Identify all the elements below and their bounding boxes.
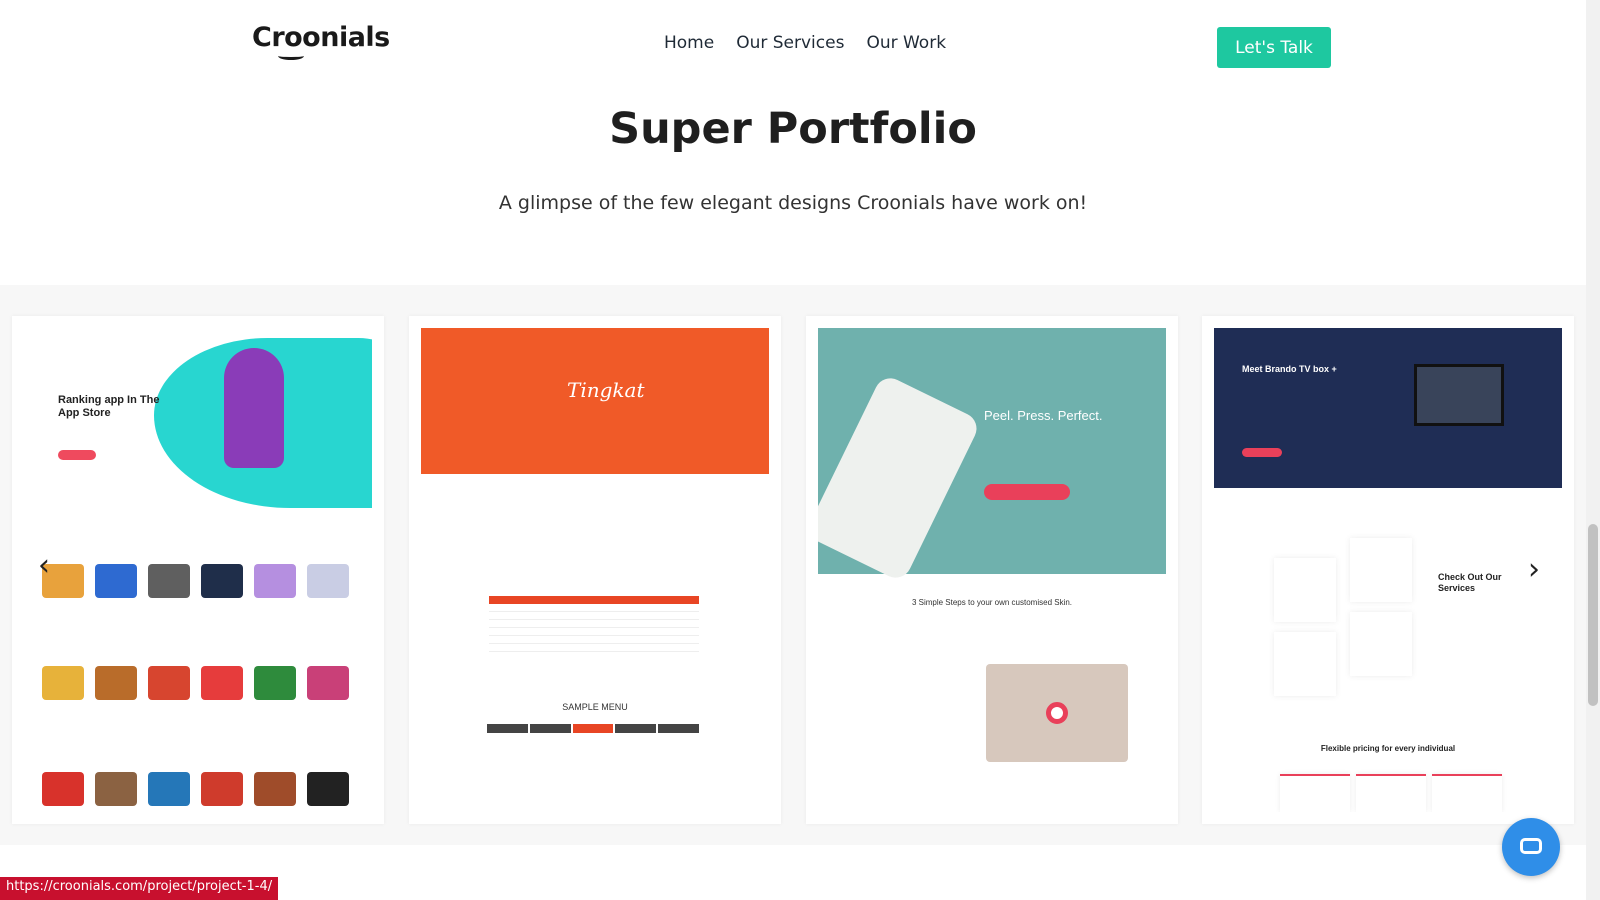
character-illustration (224, 348, 284, 468)
video-thumbnail (986, 664, 1128, 762)
link-status-url: https://croonials.com/project/project-1-… (0, 877, 279, 900)
service-card (1274, 558, 1336, 622)
plan-card (1356, 774, 1426, 812)
mini-button (1242, 448, 1282, 457)
portfolio-screenshot-brando-tv: Meet Brando TV box + Check Out Our Servi… (1214, 328, 1562, 812)
logo[interactable]: Croonials (252, 22, 390, 60)
pricing-heading: Flexible pricing for every individual (1320, 744, 1456, 753)
logo-swoosh (278, 52, 304, 60)
hero-graphic: Ranking app In The App Store (24, 328, 372, 508)
card-heading: Ranking app In The App Store (58, 394, 160, 419)
page-subtitle: A glimpse of the few elegant designs Cro… (498, 192, 1088, 214)
scrollbar-track[interactable] (1586, 0, 1600, 900)
lets-talk-button[interactable]: Let's Talk (1217, 27, 1331, 68)
chevron-right-icon[interactable]: › (1528, 552, 1540, 587)
scrollbar-thumb[interactable] (1588, 524, 1598, 706)
services-heading: Check Out Our Services (1438, 572, 1502, 593)
nav-our-services[interactable]: Our Services (736, 33, 844, 53)
portfolio-screenshot-app-ranking: Ranking app In The App Store (24, 328, 372, 812)
main-nav: Home Our Services Our Work (664, 33, 946, 53)
app-icon-grid (42, 564, 349, 598)
page-title: Super Portfolio (609, 104, 977, 154)
phone-illustration (818, 372, 982, 584)
portfolio-screenshot-skins: Peel. Press. Perfect. 3 Simple Steps to … (818, 328, 1166, 812)
app-icon-grid (42, 772, 349, 806)
portfolio-card-1[interactable]: Ranking app In The App Store (12, 316, 384, 824)
hero-graphic: Tingkat (421, 328, 769, 474)
card-heading: Meet Brando TV box + (1242, 364, 1337, 374)
hero-graphic: Meet Brando TV box + (1214, 328, 1562, 488)
tv-illustration (1414, 364, 1504, 426)
service-card (1274, 632, 1336, 696)
steps-heading: 3 Simple Steps to your own customised Sk… (911, 598, 1073, 607)
mini-button (58, 450, 96, 460)
chat-button[interactable] (1502, 818, 1560, 876)
hero-graphic: Peel. Press. Perfect. (818, 328, 1166, 584)
brand-name: Tingkat (567, 378, 645, 402)
portfolio-screenshot-tingkat: Tingkat SAMPLE MENU (421, 328, 769, 812)
chevron-left-icon[interactable]: ‹ (38, 548, 50, 583)
card-heading: Peel. Press. Perfect. (984, 408, 1103, 423)
logo-text: Croonials (252, 22, 390, 53)
play-icon (1046, 702, 1068, 724)
plan-card (1280, 774, 1350, 812)
plan-card (1432, 774, 1502, 812)
chat-icon (1520, 838, 1542, 854)
portfolio-card-3[interactable]: Peel. Press. Perfect. 3 Simple Steps to … (806, 316, 1178, 824)
service-card (1350, 612, 1412, 676)
nav-home[interactable]: Home (664, 33, 714, 53)
portfolio-card-2[interactable]: Tingkat SAMPLE MENU (409, 316, 781, 824)
service-card (1350, 538, 1412, 602)
menu-grid (487, 724, 699, 810)
menu-label: SAMPLE MENU (562, 702, 628, 712)
pricing-plans (1280, 774, 1502, 812)
nav-our-work[interactable]: Our Work (866, 33, 946, 53)
app-icon-grid (42, 666, 349, 700)
portfolio-card-4[interactable]: Meet Brando TV box + Check Out Our Servi… (1202, 316, 1574, 824)
mini-button (984, 484, 1070, 500)
price-table (489, 596, 699, 662)
